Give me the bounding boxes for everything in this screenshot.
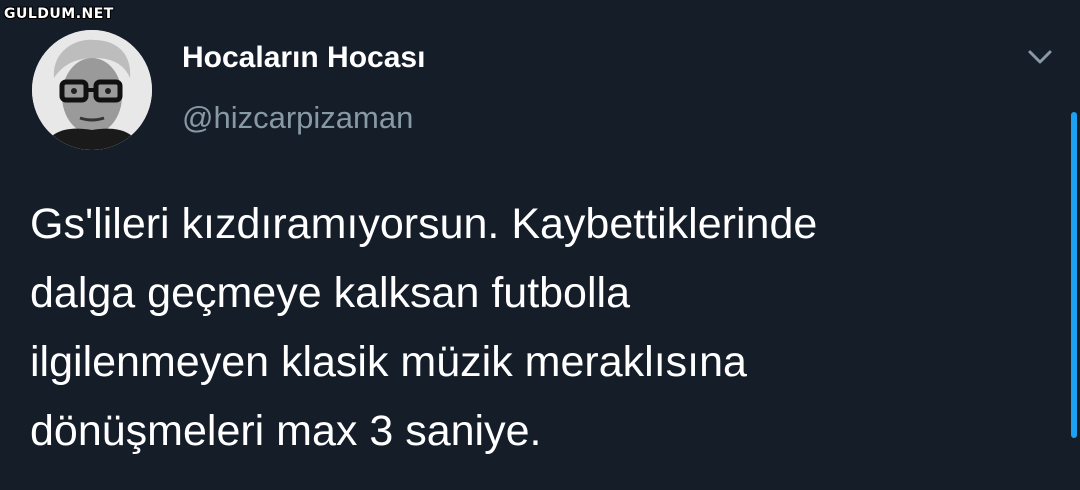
display-name[interactable]: Hocaların Hocası — [182, 41, 425, 75]
watermark-logo: GULDUM.NET — [4, 6, 114, 22]
tweet-text-line: dalga geçmeye kalksan futbolla — [30, 269, 630, 317]
scrollbar[interactable] — [1071, 112, 1077, 438]
chevron-down-icon[interactable] — [1027, 48, 1053, 66]
avatar-photo — [32, 30, 152, 150]
tweet-text-line: ilgilenmeyen klasik müzik meraklısına — [30, 338, 747, 386]
user-handle[interactable]: @hizcarpizaman — [182, 100, 413, 136]
avatar[interactable] — [32, 30, 152, 150]
tweet-text-line: Gs'lileri kızdıramıyorsun. Kaybettikleri… — [30, 200, 818, 248]
tweet-text: Gs'lileri kızdıramıyorsun. Kaybettikleri… — [30, 190, 1050, 466]
tweet-text-line: dönüşmeleri max 3 saniye. — [30, 407, 542, 455]
